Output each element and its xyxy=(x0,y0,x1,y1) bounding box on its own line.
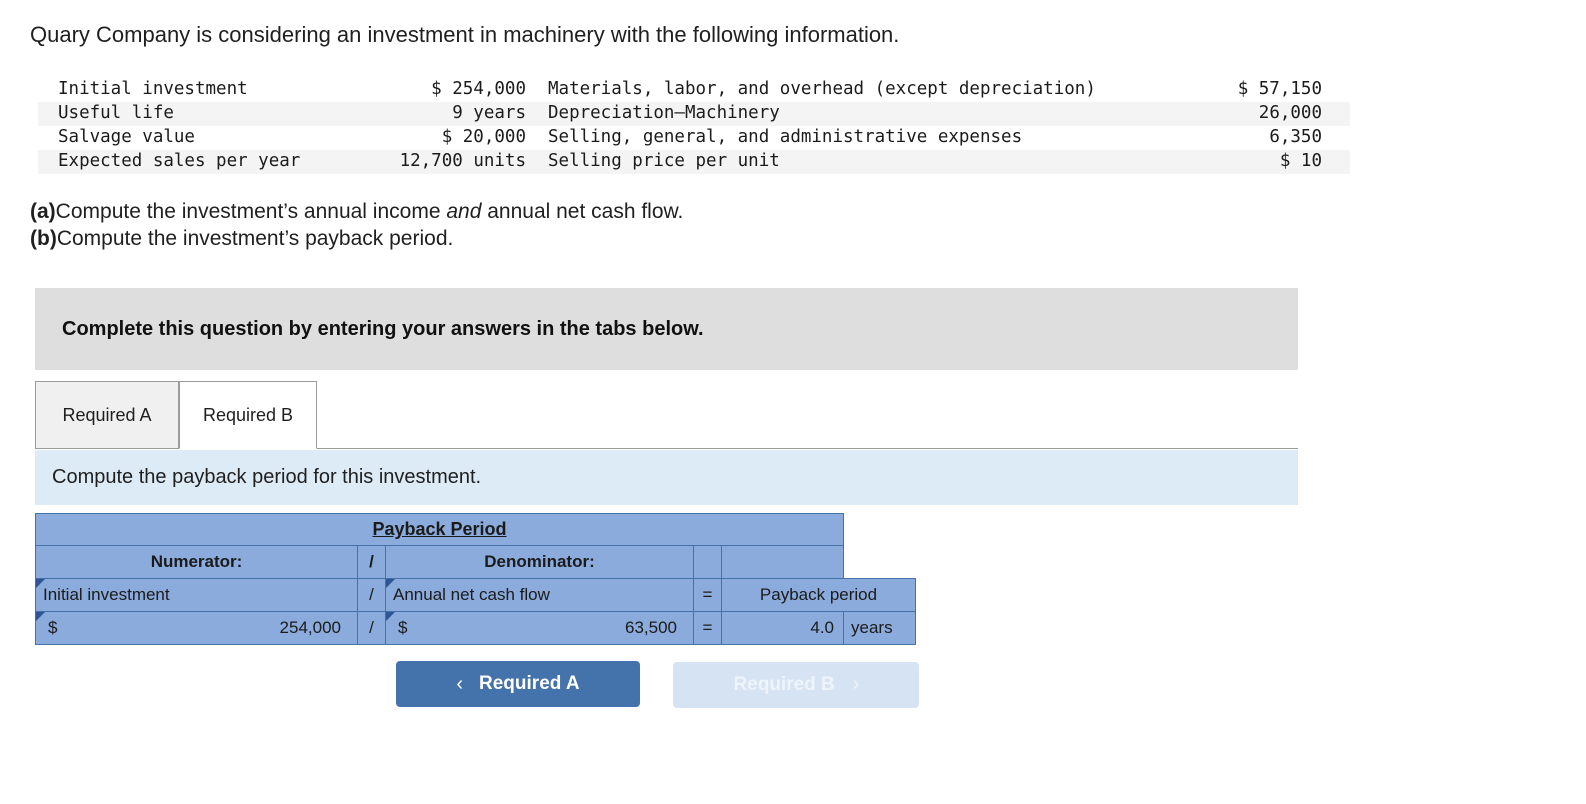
worksheet-title-row: Payback Period xyxy=(35,513,916,546)
payback-result-unit: years xyxy=(843,611,916,645)
denominator-label: Annual net cash flow xyxy=(393,585,550,604)
fact-value2: 26,000 xyxy=(1168,102,1350,126)
requirement-a-text-2: annual net cash flow. xyxy=(481,200,684,223)
payback-period-worksheet: Payback Period Numerator: / Denominator:… xyxy=(35,513,916,645)
fact-value2: $ 57,150 xyxy=(1237,79,1322,99)
divide-operator: / xyxy=(357,611,386,645)
requirement-b-text: Compute the investment’s payback period. xyxy=(56,227,454,250)
fact-label: Useful life xyxy=(38,102,338,126)
table-row: Initial investment $ 254,000 Materials, … xyxy=(38,78,1350,102)
required-a-nav-button[interactable]: ‹ Required A xyxy=(396,661,640,707)
requirement-a-text-1: Compute the investment’s annual income xyxy=(55,200,447,223)
question-page: Quary Company is considering an investme… xyxy=(0,0,1586,804)
complete-question-banner: Complete this question by entering your … xyxy=(35,288,1298,370)
fact-label2: Selling price per unit xyxy=(548,150,1168,174)
chevron-left-icon: ‹ xyxy=(456,672,464,695)
fact-label: Expected sales per year xyxy=(38,150,338,174)
requirement-a-tag: (a) xyxy=(30,200,56,223)
required-b-nav-button: Required B › xyxy=(673,661,920,708)
numerator-label: Initial investment xyxy=(43,585,170,604)
fact-value2: 6,350 xyxy=(1269,127,1322,147)
payback-result-value: 4.0 xyxy=(721,611,844,645)
required-a-nav-label: Required A xyxy=(479,673,580,694)
worksheet-label-row: Initial investment / Annual net cash flo… xyxy=(35,578,916,612)
header-equals-blank xyxy=(693,545,722,579)
equals-operator: = xyxy=(693,578,722,612)
worksheet-title: Payback Period xyxy=(35,513,844,546)
denominator-value-cell[interactable]: $ 63,500 xyxy=(385,611,694,645)
numerator-value: 254,000 xyxy=(279,618,341,637)
tab-required-b[interactable]: Required B xyxy=(179,381,317,449)
denominator-value: 63,500 xyxy=(625,618,677,637)
fact-label: Initial investment xyxy=(58,79,248,99)
fact-value: $ 254,000 xyxy=(431,79,526,99)
header-numerator: Numerator: xyxy=(35,545,358,579)
divide-operator: / xyxy=(357,578,386,612)
tab-strip: Required A Required B xyxy=(35,381,1298,449)
fact-label2: Materials, labor, and overhead (except d… xyxy=(548,79,1096,99)
fact-value2: $ 10 xyxy=(1168,150,1350,174)
page-intro-text: Quary Company is considering an investme… xyxy=(30,22,900,47)
required-b-nav-label: Required B xyxy=(733,673,835,695)
fact-value: 9 years xyxy=(338,102,548,126)
denominator-label-cell[interactable]: Annual net cash flow xyxy=(385,578,694,612)
fact-value: $ 20,000 xyxy=(441,127,526,147)
fact-value: 12,700 units xyxy=(338,150,548,174)
numerator-value-cell[interactable]: $ 254,000 xyxy=(35,611,358,645)
equals-operator: = xyxy=(693,611,722,645)
requirement-b: (b)Compute the investment’s payback peri… xyxy=(30,225,683,252)
chevron-right-icon: › xyxy=(852,673,860,695)
worksheet-value-row: $ 254,000 / $ 63,500 = 4.0 years xyxy=(35,611,916,645)
requirement-a: (a)Compute the investment’s annual incom… xyxy=(30,198,683,225)
requirement-a-emphasis: and xyxy=(446,200,482,223)
table-row: Useful life 9 years Depreciation—Machine… xyxy=(38,102,1350,126)
numerator-currency-symbol: $ xyxy=(48,618,58,637)
fact-label: Salvage value xyxy=(58,127,195,147)
fact-label2: Depreciation—Machinery xyxy=(548,102,1168,126)
tab-required-a-label: Required A xyxy=(62,404,152,425)
comment-marker-icon xyxy=(386,612,395,621)
fact-label2: Selling, general, and administrative exp… xyxy=(548,127,1023,147)
result-label: Payback period xyxy=(721,578,916,612)
numerator-label-cell[interactable]: Initial investment xyxy=(35,578,358,612)
denominator-currency-symbol: $ xyxy=(398,618,408,637)
banner-text: Complete this question by entering your … xyxy=(62,317,704,340)
table-row: Expected sales per year 12,700 units Sel… xyxy=(38,150,1350,174)
tab-required-b-label: Required B xyxy=(202,404,294,425)
navigation-buttons: ‹ Required A Required B › xyxy=(396,661,920,708)
header-result-blank xyxy=(721,545,844,579)
task-instruction-text: Compute the payback period for this inve… xyxy=(52,466,482,488)
comment-marker-icon xyxy=(386,579,395,588)
header-slash: / xyxy=(357,545,386,579)
task-instruction-bar: Compute the payback period for this inve… xyxy=(35,450,1298,505)
investment-facts-table: Initial investment $ 254,000 Materials, … xyxy=(38,78,1350,174)
table-row: Salvage value $ 20,000 Selling, general,… xyxy=(38,126,1350,150)
comment-marker-icon xyxy=(36,612,45,621)
requirements-list: (a)Compute the investment’s annual incom… xyxy=(30,198,683,252)
worksheet-header-row: Numerator: / Denominator: xyxy=(35,545,916,579)
tab-required-a[interactable]: Required A xyxy=(35,381,179,449)
requirement-b-tag: (b) xyxy=(30,227,57,250)
header-denominator: Denominator: xyxy=(385,545,694,579)
comment-marker-icon xyxy=(36,579,45,588)
